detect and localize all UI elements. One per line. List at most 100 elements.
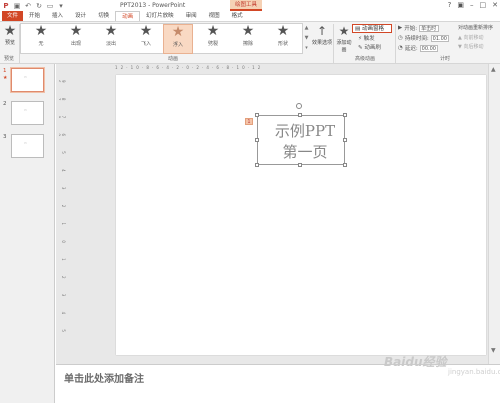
resize-handle[interactable] (298, 113, 302, 117)
resize-handle[interactable] (343, 163, 347, 167)
animation-label: 淡出 (105, 41, 116, 47)
animation-label: 擦除 (242, 41, 253, 47)
duration-input[interactable]: 01.00 (430, 34, 449, 42)
delay-input[interactable]: 00.00 (419, 44, 438, 52)
move-earlier-button[interactable]: ▲ 向前移动 (458, 34, 483, 41)
minimize-icon[interactable]: – (470, 1, 474, 9)
animation-label: 无 (38, 41, 44, 47)
animation-painter-button[interactable]: ✎ 动画刷 (358, 43, 381, 51)
star-icon: ★ (104, 23, 118, 39)
start-select[interactable]: 单击时 (419, 24, 440, 32)
mini-text: ▭ (24, 108, 27, 112)
slide-thumb-1[interactable]: ▭ (11, 68, 44, 92)
animation-fly-in[interactable]: ★ 飞入 (131, 23, 161, 48)
timing-duration-row: ◷ 持续时间: 01.00 (398, 34, 449, 42)
vertical-scrollbar[interactable]: ▲ ▼ (488, 64, 500, 364)
animation-label: 飞入 (140, 41, 151, 47)
slide-thumb-3[interactable]: ▭ (11, 134, 44, 158)
window-controls: ? ▣ – □ ✕ (448, 1, 498, 9)
resize-handle[interactable] (255, 163, 259, 167)
star-icon: ★ (69, 23, 83, 39)
move-later-button[interactable]: ▼ 向后移动 (458, 43, 483, 50)
tab-home[interactable]: 开始 (23, 11, 46, 21)
move-earlier-label: 向前移动 (463, 35, 484, 41)
tab-format[interactable]: 格式 (226, 11, 249, 21)
animation-wipe[interactable]: ★ 擦除 (233, 23, 263, 48)
effect-options-button[interactable]: ↑ 效果选项 (312, 24, 332, 46)
ribbon-display-icon[interactable]: ▣ (457, 1, 464, 9)
tab-slideshow[interactable]: 幻灯片放映 (140, 11, 180, 21)
rotate-handle[interactable] (296, 103, 302, 109)
add-animation-button[interactable]: ★ 添加动画 (335, 24, 353, 53)
undo-icon[interactable]: ↶ (24, 2, 32, 10)
maximize-icon[interactable]: □ (480, 1, 487, 9)
gallery-scroll[interactable]: ▲ ▼ ▾ (302, 23, 310, 54)
animation-label: 浮入 (172, 42, 183, 48)
slide-thumb-2[interactable]: ▭ (11, 101, 44, 125)
watermark-logo: Baidu经验 (384, 355, 447, 369)
preview-button[interactable]: ★ 预览 (2, 24, 18, 47)
delay-label: 延迟: (404, 46, 418, 52)
trigger-button[interactable]: ⚡ 触发 (358, 34, 375, 42)
resize-handle[interactable] (298, 163, 302, 167)
animation-pane-button[interactable]: ▤ 动画窗格 (352, 24, 392, 33)
animation-split[interactable]: ★ 劈裂 (198, 23, 228, 48)
animation-label: 劈裂 (207, 41, 218, 47)
tab-transitions[interactable]: 切换 (92, 11, 115, 21)
save-icon[interactable]: ▣ (13, 2, 21, 10)
star-icon: ★ (139, 23, 153, 39)
group-separator (333, 24, 334, 63)
animation-label: 形状 (277, 41, 288, 47)
customize-qat-icon[interactable]: ▾ (57, 2, 65, 10)
star-icon: ★ (276, 23, 290, 39)
tab-insert[interactable]: 插入 (46, 11, 69, 21)
star-icon: ★ (206, 23, 220, 39)
tab-design[interactable]: 设计 (69, 11, 92, 21)
tab-animations[interactable]: 动画 (115, 11, 141, 21)
resize-handle[interactable] (255, 113, 259, 117)
star-icon: ★ (171, 24, 185, 40)
animation-shape[interactable]: ★ 形状 (268, 23, 298, 48)
powerpoint-logo-icon: P (3, 2, 9, 10)
trigger-label: 触发 (363, 36, 375, 42)
tab-review[interactable]: 审阅 (180, 11, 203, 21)
mini-text: ▭ (24, 141, 27, 145)
animation-none[interactable]: ★ 无 (26, 24, 56, 48)
resize-handle[interactable] (255, 138, 259, 142)
play-icon: ▶ (398, 25, 403, 31)
tab-view[interactable]: 视图 (203, 11, 226, 21)
animation-pane-icon: ▤ (355, 26, 362, 32)
horizontal-ruler: 12·10·8·6·4·2·0·2·4·6·8·10·12 (115, 65, 264, 70)
scroll-down-icon[interactable]: ▼ (491, 347, 496, 354)
timing-start-row: ▶ 开始: 单击时 (398, 24, 440, 32)
move-later-label: 向后移动 (463, 44, 484, 50)
slide-number: 3 (3, 134, 7, 140)
context-tab-drawing-tools: 绘图工具 (230, 0, 262, 11)
animation-painter-label: 动画刷 (364, 45, 381, 51)
animation-appear[interactable]: ★ 出现 (61, 23, 91, 48)
group-separator (395, 24, 396, 63)
effect-options-label: 效果选项 (312, 40, 333, 46)
resize-handle[interactable] (343, 113, 347, 117)
window-title: PPT2013 - PowerPoint (120, 2, 186, 9)
group-label-animation: 动画 (168, 56, 179, 62)
animation-order-tag[interactable]: 1 (245, 118, 253, 125)
animation-label: 出现 (70, 41, 81, 47)
star-icon: ★ (241, 23, 255, 39)
group-label-timing: 计时 (440, 56, 451, 62)
slide-number: 1 (3, 68, 7, 74)
close-icon[interactable]: ✕ (492, 1, 498, 9)
scroll-up-icon[interactable]: ▲ (491, 66, 496, 73)
redo-icon[interactable]: ↻ (35, 2, 43, 10)
ribbon-tabs: 文件 开始 插入 设计 切换 动画 幻灯片放映 审阅 视图 格式 (0, 11, 500, 21)
up-arrow-icon: ↑ (316, 24, 328, 38)
present-icon[interactable]: ▭ (46, 2, 54, 10)
help-icon[interactable]: ? (448, 1, 452, 9)
start-label: 开始: (404, 26, 418, 32)
preview-label: 预览 (4, 40, 15, 46)
animation-float-in[interactable]: ★ 浮入 (163, 24, 193, 54)
tab-file[interactable]: 文件 (2, 11, 24, 21)
animation-fade[interactable]: ★ 淡出 (96, 23, 126, 48)
duration-label: 持续时间: (404, 36, 429, 42)
group-label-advanced: 高级动画 (355, 56, 376, 62)
